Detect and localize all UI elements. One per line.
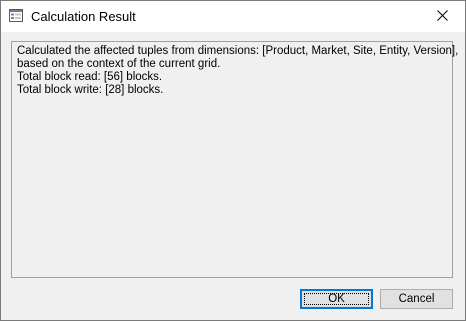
message-line-dimensions: Calculated the affected tuples from dime… (17, 45, 459, 57)
result-message-box: Calculated the affected tuples from dime… (11, 41, 459, 278)
message-line-block-write: Total block write: [28] blocks. (17, 84, 164, 96)
ok-button[interactable]: OK (300, 289, 373, 309)
cancel-button-label: Cancel (398, 293, 435, 305)
close-icon (436, 9, 448, 24)
window-app-icon (9, 9, 23, 22)
dialog-title: Calculation Result (31, 9, 136, 24)
message-line-context: based on the context of the current grid… (17, 58, 221, 70)
cancel-button[interactable]: Cancel (380, 289, 453, 309)
dialog-window: Calculation Result Calculated the affect… (0, 0, 466, 321)
close-button[interactable] (419, 1, 465, 32)
ok-focus-rect (304, 293, 369, 305)
title-bar[interactable]: Calculation Result (1, 1, 465, 32)
message-line-block-read: Total block read: [56] blocks. (17, 71, 163, 83)
